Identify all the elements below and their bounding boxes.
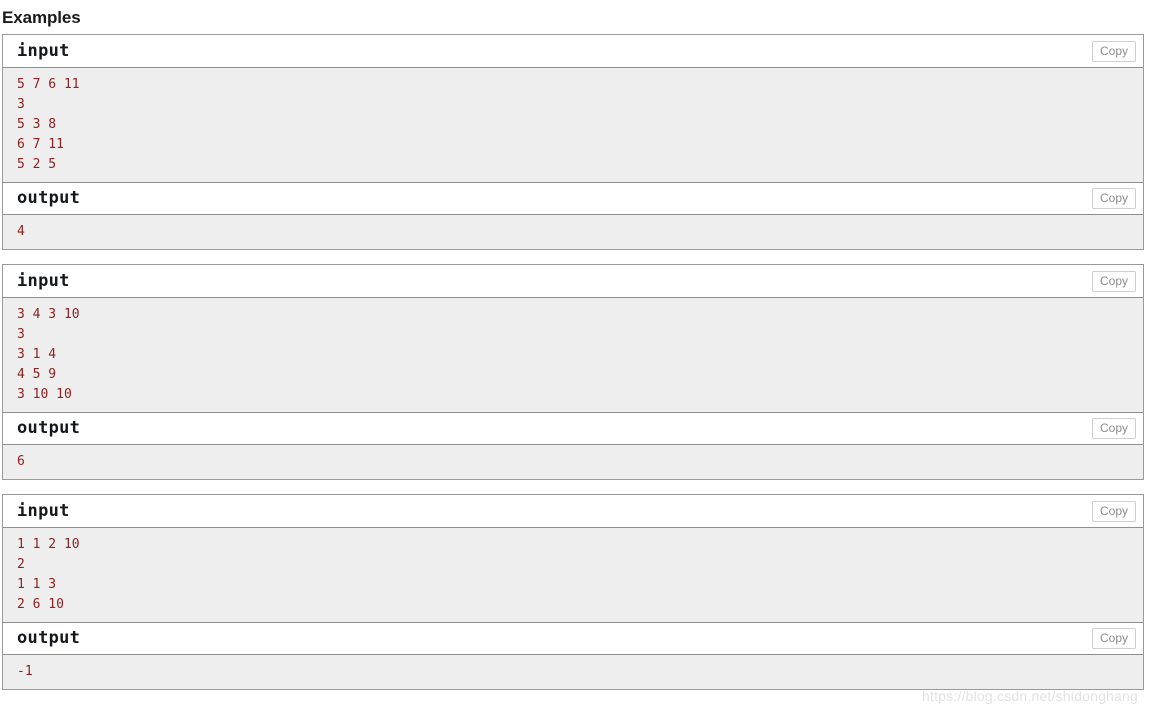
copy-input-button[interactable]: Copy [1091, 40, 1136, 62]
code-line: -1 [17, 664, 33, 679]
input-label: input [17, 500, 70, 521]
code-line: 4 [17, 224, 25, 239]
output-label: output [17, 628, 81, 648]
code-line: 4 5 9 [17, 367, 57, 382]
code-line: 3 4 3 10 [17, 307, 80, 322]
output-label: output [17, 418, 81, 438]
copy-output-button[interactable]: Copy [1091, 628, 1136, 649]
code-line: 1 1 2 10 [17, 537, 80, 552]
example-block: input Copy 5 7 6 11 3 5 3 8 6 7 11 5 2 5 output… [2, 34, 1144, 250]
code-line: 6 [17, 454, 25, 469]
output-body: 4 [3, 215, 1143, 249]
copy-output-button[interactable]: Copy [1091, 418, 1136, 439]
example-block: input Copy 3 4 3 10 3 3 1 4 4 5 9 3 10 10 outpu… [2, 264, 1144, 480]
examples-page: Examples input Copy 5 7 6 11 3 5 3 86 7 11 5 … [0, 0, 1155, 717]
input-label: input [17, 40, 70, 61]
page-title: Examples [2, 8, 81, 27]
input-header: input Copy [3, 265, 1143, 298]
code-line: 3 1 4 [17, 347, 57, 362]
output-body: -1 [3, 655, 1143, 689]
watermark: https://blog.csdn.net/shidonghang [922, 688, 1138, 704]
code-line: 2 6 10 [17, 597, 64, 612]
code-line: 3 10 10 [17, 387, 72, 402]
input-header: input Copy [3, 35, 1143, 68]
copy-output-button[interactable]: Copy [1091, 188, 1136, 209]
example-block: input Copy 1 1 2 10 2 1 1 3 2 6 10 output Copy -… [2, 494, 1144, 690]
output-header: output Copy [3, 182, 1143, 215]
code-line: 6 7 11 [17, 137, 64, 152]
output-header: output Copy [3, 622, 1143, 655]
code-line: 5 3 8 [17, 117, 57, 132]
code-line: 1 1 3 [17, 577, 57, 592]
copy-input-button[interactable]: Copy [1091, 500, 1136, 522]
output-header: output Copy [3, 412, 1143, 445]
code-line: 5 7 6 11 [17, 77, 80, 92]
code-line: 3 [17, 327, 25, 342]
examples-list: input Copy 5 7 6 11 3 5 3 8 6 7 11 5 2 5 output… [0, 34, 1144, 690]
output-label: output [17, 188, 81, 208]
input-body: 3 4 3 10 3 3 1 4 4 5 9 3 10 10 [3, 298, 1143, 412]
code-line: 3 [17, 97, 25, 112]
output-body: 6 [3, 445, 1143, 479]
input-header: input Copy [3, 495, 1143, 528]
input-body: 5 7 6 11 3 5 3 8 6 7 11 5 2 5 [3, 68, 1143, 182]
copy-input-button[interactable]: Copy [1091, 270, 1136, 292]
input-label: input [17, 270, 70, 291]
input-body: 1 1 2 10 2 1 1 3 2 6 10 [3, 528, 1143, 622]
code-line: 5 2 5 [17, 157, 57, 172]
code-line: 2 [17, 557, 25, 572]
